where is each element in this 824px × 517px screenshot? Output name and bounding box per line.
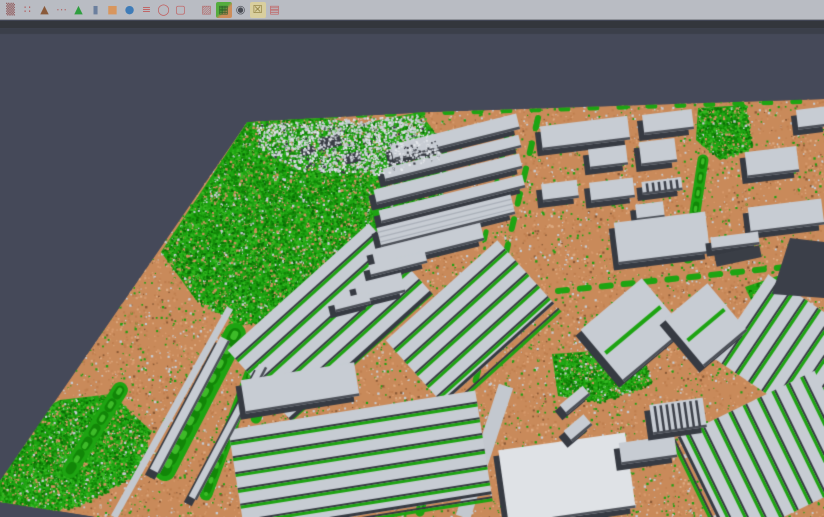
sparse-points-icon: ⋯ bbox=[56, 4, 67, 15]
layer-stack-button[interactable]: ≡ bbox=[139, 2, 155, 18]
rectangle-select-button[interactable]: ▢ bbox=[173, 2, 189, 18]
clip-region-button[interactable]: ▨ bbox=[199, 2, 215, 18]
profile-view-button[interactable]: ▮ bbox=[88, 2, 104, 18]
orthoimage-button[interactable]: ■ bbox=[105, 2, 121, 18]
measure-button[interactable]: ◉ bbox=[233, 2, 249, 18]
terrain-button[interactable]: ▲ bbox=[37, 2, 53, 18]
annotation-button[interactable]: ▤ bbox=[267, 2, 283, 18]
rotate-view-icon: ● bbox=[125, 4, 135, 15]
vegetation-icon: ▲ bbox=[74, 4, 82, 15]
classification-button[interactable]: ▦ bbox=[216, 2, 232, 18]
rotate-view-button[interactable]: ● bbox=[122, 2, 138, 18]
annotation-icon: ▤ bbox=[269, 4, 279, 15]
point-cloud-icon: ▒ bbox=[6, 4, 14, 15]
point-cloud-button[interactable]: ▒ bbox=[3, 2, 19, 18]
vegetation-button[interactable]: ▲ bbox=[71, 2, 87, 18]
point-cloud-render[interactable] bbox=[0, 0, 824, 517]
toolbar-separator bbox=[0, 21, 824, 28]
scatter-points-button[interactable]: ∷ bbox=[20, 2, 36, 18]
layer-stack-icon: ≡ bbox=[142, 4, 151, 15]
orthoimage-icon: ■ bbox=[107, 4, 117, 15]
cross-section-button[interactable]: ☒ bbox=[250, 2, 266, 18]
circle-select-button[interactable]: ◯ bbox=[156, 2, 172, 18]
toolbar-group-divider bbox=[189, 2, 198, 18]
cross-section-icon: ☒ bbox=[253, 4, 263, 15]
sparse-points-button[interactable]: ⋯ bbox=[54, 2, 70, 18]
clip-region-icon: ▨ bbox=[201, 4, 211, 15]
scatter-points-icon: ∷ bbox=[24, 4, 31, 15]
profile-view-icon: ▮ bbox=[92, 4, 98, 15]
circle-select-icon: ◯ bbox=[157, 4, 169, 15]
rectangle-select-icon: ▢ bbox=[175, 4, 185, 15]
measure-icon: ◉ bbox=[236, 4, 246, 15]
terrain-icon: ▲ bbox=[40, 4, 48, 15]
application-window: ▒ ∷ ▲ ⋯ ▲ ▮ ■ ● ≡ ◯ ▢ ▨ ▦ ◉ ☒ ▤ bbox=[0, 0, 824, 517]
main-toolbar: ▒ ∷ ▲ ⋯ ▲ ▮ ■ ● ≡ ◯ ▢ ▨ ▦ ◉ ☒ ▤ bbox=[0, 0, 824, 20]
classification-icon: ▦ bbox=[218, 4, 228, 15]
